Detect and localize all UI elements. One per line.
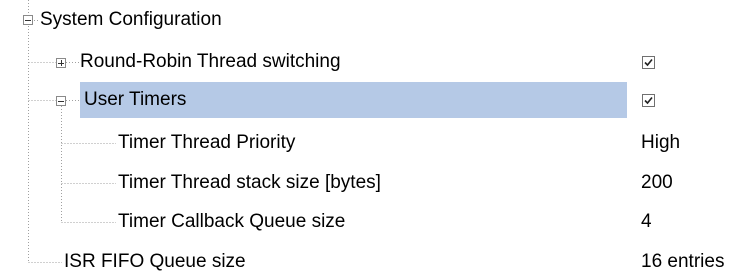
checkmark-icon <box>644 58 653 67</box>
user-timers-checkbox[interactable] <box>642 94 655 107</box>
tree-label-isr-fifo-queue-size: ISR FIFO Queue size <box>64 251 246 272</box>
tree-row-isr-fifo-queue-size[interactable]: ISR FIFO Queue size 16 entries <box>0 244 756 280</box>
timer-callback-queue-size-value[interactable]: 4 <box>641 204 652 240</box>
round-robin-checkbox[interactable] <box>642 56 655 69</box>
tree-label-round-robin: Round-Robin Thread switching <box>80 51 341 72</box>
collapse-icon[interactable] <box>56 96 66 106</box>
tree-row-timer-thread-priority[interactable]: Timer Thread Priority High <box>0 125 756 161</box>
tree-label-timer-thread-stack-size: Timer Thread stack size [bytes] <box>118 172 381 193</box>
tree-label-timer-thread-priority: Timer Thread Priority <box>118 132 296 153</box>
tree-label-timer-callback-queue-size: Timer Callback Queue size <box>118 211 346 232</box>
property-tree: System Configuration Round-Robin Thread … <box>0 0 756 278</box>
isr-fifo-queue-size-value[interactable]: 16 entries <box>641 244 724 280</box>
collapse-icon[interactable] <box>23 15 33 25</box>
tree-row-round-robin[interactable]: Round-Robin Thread switching <box>0 44 756 80</box>
tree-label-system-configuration: System Configuration <box>40 9 222 30</box>
timer-thread-stack-size-value[interactable]: 200 <box>641 165 673 201</box>
tree-row-system-configuration[interactable]: System Configuration <box>0 2 756 38</box>
timer-thread-priority-value[interactable]: High <box>641 125 680 161</box>
tree-row-user-timers[interactable]: User Timers <box>0 82 756 118</box>
tree-row-timer-callback-queue-size[interactable]: Timer Callback Queue size 4 <box>0 204 756 240</box>
checkmark-icon <box>644 96 653 105</box>
tree-label-user-timers: User Timers <box>84 89 187 110</box>
tree-row-timer-thread-stack-size[interactable]: Timer Thread stack size [bytes] 200 <box>0 165 756 201</box>
expand-icon[interactable] <box>56 58 66 68</box>
